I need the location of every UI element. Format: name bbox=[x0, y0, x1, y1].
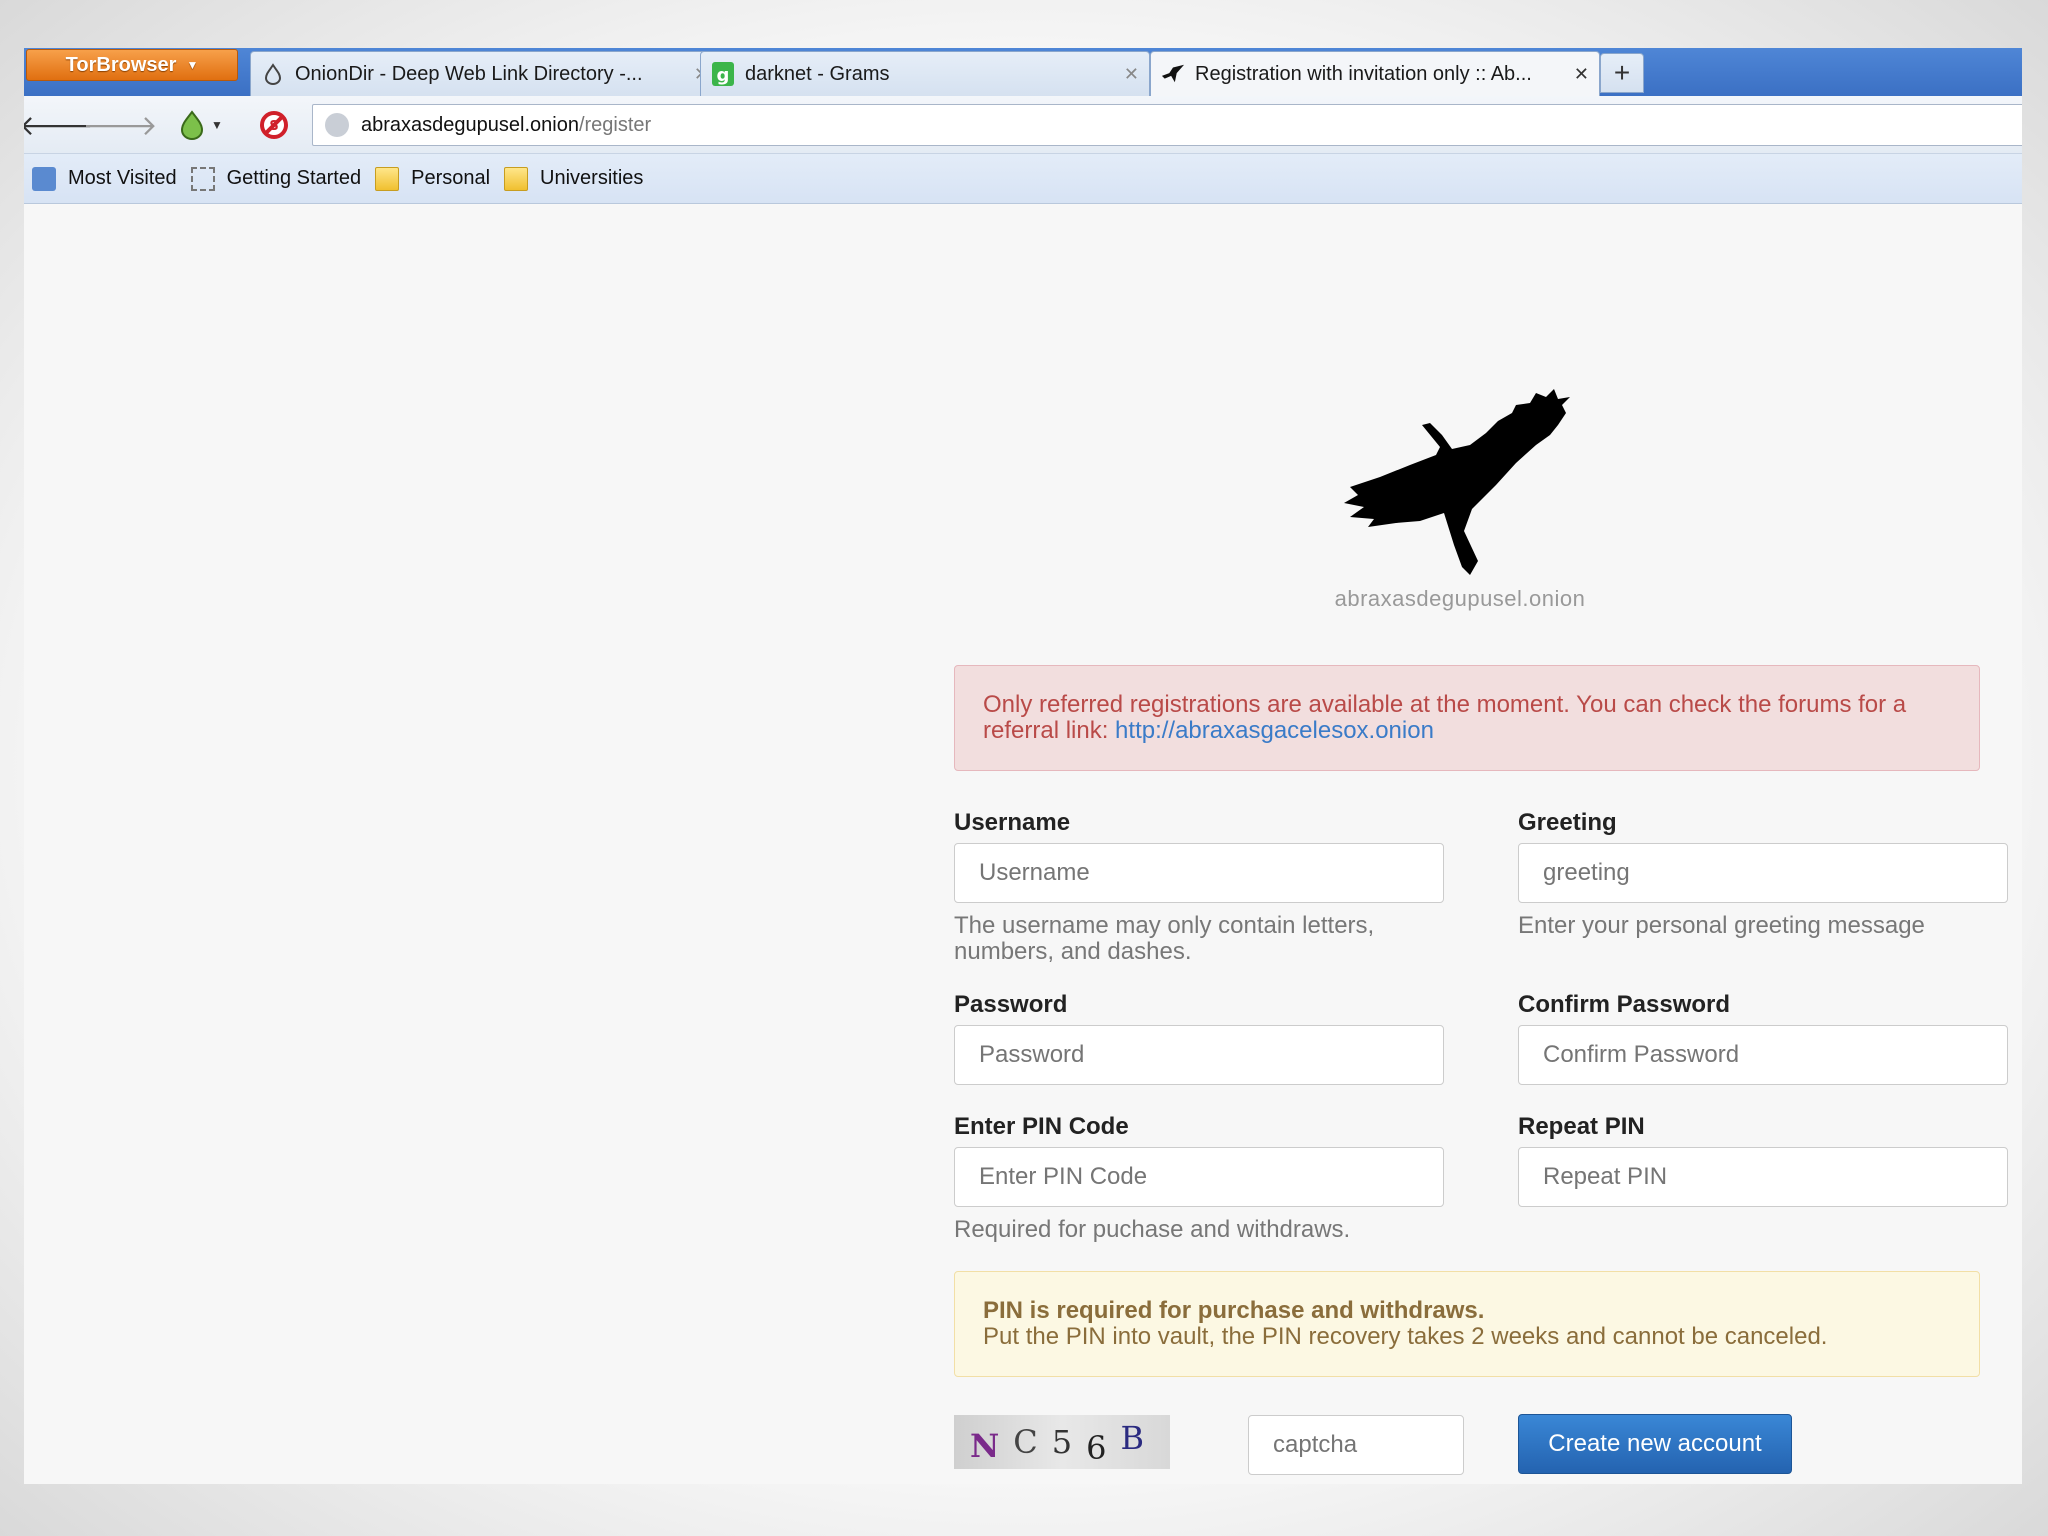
url-path: /register bbox=[578, 113, 652, 136]
pin-help: Required for puchase and withdraws. bbox=[954, 1216, 1351, 1243]
tab-bar: TorBrowser ▼ OnionDir - Deep Web Link Di… bbox=[24, 48, 2022, 96]
captcha-char: N bbox=[970, 1427, 1000, 1465]
tab-registration[interactable]: Registration with invitation only :: Ab.… bbox=[1150, 51, 1600, 96]
svg-text:S: S bbox=[269, 119, 278, 134]
new-tab-button[interactable]: + bbox=[1600, 53, 1644, 93]
captcha-char: 6 bbox=[1086, 1429, 1107, 1467]
bookmark-most-visited[interactable]: Most Visited bbox=[32, 166, 177, 191]
tab-title: OnionDir - Deep Web Link Directory -... bbox=[295, 62, 643, 85]
chevron-down-icon: ▼ bbox=[186, 58, 199, 72]
folder-icon bbox=[375, 166, 400, 191]
svg-text:g: g bbox=[717, 65, 730, 86]
referral-alert: Only referred registrations are availabl… bbox=[954, 665, 1980, 771]
bookmark-getting-started[interactable]: Getting Started bbox=[190, 166, 362, 191]
grams-icon: g bbox=[711, 62, 735, 86]
bookmark-label: Getting Started bbox=[226, 167, 362, 189]
password-input[interactable] bbox=[954, 1025, 1444, 1085]
most-visited-icon bbox=[32, 166, 56, 191]
torbrowser-menu-button[interactable]: TorBrowser ▼ bbox=[26, 49, 238, 81]
url-host: abraxasdegupusel.onion bbox=[361, 113, 579, 136]
tab-title: Registration with invitation only :: Ab.… bbox=[1195, 62, 1532, 85]
site-logo[interactable]: abraxasdegupusel.onion bbox=[1320, 385, 1600, 612]
close-icon[interactable]: ✕ bbox=[1574, 64, 1589, 85]
greeting-help: Enter your personal greeting message bbox=[1518, 912, 1925, 939]
torbrowser-menu-label: TorBrowser bbox=[65, 53, 177, 76]
confirm-password-input[interactable] bbox=[1518, 1025, 2008, 1085]
repeat-pin-label: Repeat PIN bbox=[1518, 1113, 1645, 1140]
bookmark-label: Personal bbox=[411, 167, 491, 189]
confirm-password-label: Confirm Password bbox=[1518, 991, 1731, 1018]
bookmarks-toolbar: Most Visited Getting Started Personal Un… bbox=[24, 154, 2022, 204]
browser-window: TorBrowser ▼ OnionDir - Deep Web Link Di… bbox=[24, 48, 2022, 1484]
close-icon[interactable]: ✕ bbox=[1124, 64, 1139, 85]
globe-icon bbox=[325, 113, 349, 137]
captcha-char: B bbox=[1120, 1419, 1144, 1457]
bookmark-personal[interactable]: Personal bbox=[375, 166, 491, 191]
username-help: The username may only contain letters, n… bbox=[954, 912, 1375, 965]
bird-icon bbox=[1161, 62, 1185, 86]
url-bar[interactable]: abraxasdegupusel.onion /register bbox=[312, 104, 2022, 146]
onion-icon bbox=[181, 110, 204, 140]
password-label: Password bbox=[954, 991, 1068, 1018]
greeting-input[interactable] bbox=[1518, 843, 2008, 903]
repeat-pin-input[interactable] bbox=[1518, 1147, 2008, 1207]
captcha-input[interactable] bbox=[1248, 1415, 1464, 1475]
forward-button[interactable]: 🡒 bbox=[82, 108, 157, 142]
captcha-char: C bbox=[1013, 1423, 1038, 1461]
username-input[interactable] bbox=[954, 843, 1444, 903]
onion-icon bbox=[261, 62, 285, 86]
referral-link[interactable]: http://abraxasgacelesox.onion bbox=[1115, 717, 1434, 744]
eagle-logo-icon bbox=[1344, 389, 1570, 575]
logo-caption: abraxasdegupusel.onion bbox=[1334, 586, 1586, 611]
bookmark-universities[interactable]: Universities bbox=[504, 166, 644, 191]
noscript-icon: S bbox=[260, 111, 288, 139]
back-button[interactable]: 🡐 bbox=[24, 108, 94, 142]
captcha-image: N C 5 6 B bbox=[954, 1415, 1170, 1469]
greeting-label: Greeting bbox=[1518, 809, 1617, 836]
page-content: abraxasdegupusel.onion Only referred reg… bbox=[24, 205, 2022, 1484]
tab-grams[interactable]: g darknet - Grams ✕ bbox=[700, 51, 1150, 96]
pin-warning-alert: PIN is required for purchase and withdra… bbox=[954, 1271, 1980, 1377]
bookmark-label: Most Visited bbox=[68, 167, 177, 189]
create-account-button[interactable]: Create new account bbox=[1518, 1414, 1792, 1474]
warning-title: PIN is required for purchase and withdra… bbox=[983, 1297, 1485, 1324]
navigation-bar: 🡐 🡒 ▼ S abraxasdegupusel.onion /register bbox=[24, 96, 2022, 154]
noscript-button[interactable]: S bbox=[256, 108, 292, 142]
pin-label: Enter PIN Code bbox=[954, 1113, 1129, 1140]
tab-oniondir[interactable]: OnionDir - Deep Web Link Directory -... … bbox=[250, 51, 720, 96]
chevron-down-icon: ▼ bbox=[211, 118, 223, 132]
warning-text: Put the PIN into vault, the PIN recovery… bbox=[983, 1323, 1828, 1350]
bookmark-label: Universities bbox=[540, 167, 644, 189]
username-label: Username bbox=[954, 809, 1071, 836]
plus-icon: + bbox=[1613, 57, 1631, 88]
arrow-right-icon: 🡒 bbox=[82, 110, 158, 141]
pin-input[interactable] bbox=[954, 1147, 1444, 1207]
folder-icon bbox=[504, 166, 529, 191]
captcha-char: 5 bbox=[1051, 1423, 1073, 1461]
torbutton-menu[interactable]: ▼ bbox=[170, 108, 230, 142]
tab-title: darknet - Grams bbox=[745, 62, 890, 85]
page-icon bbox=[190, 166, 215, 191]
